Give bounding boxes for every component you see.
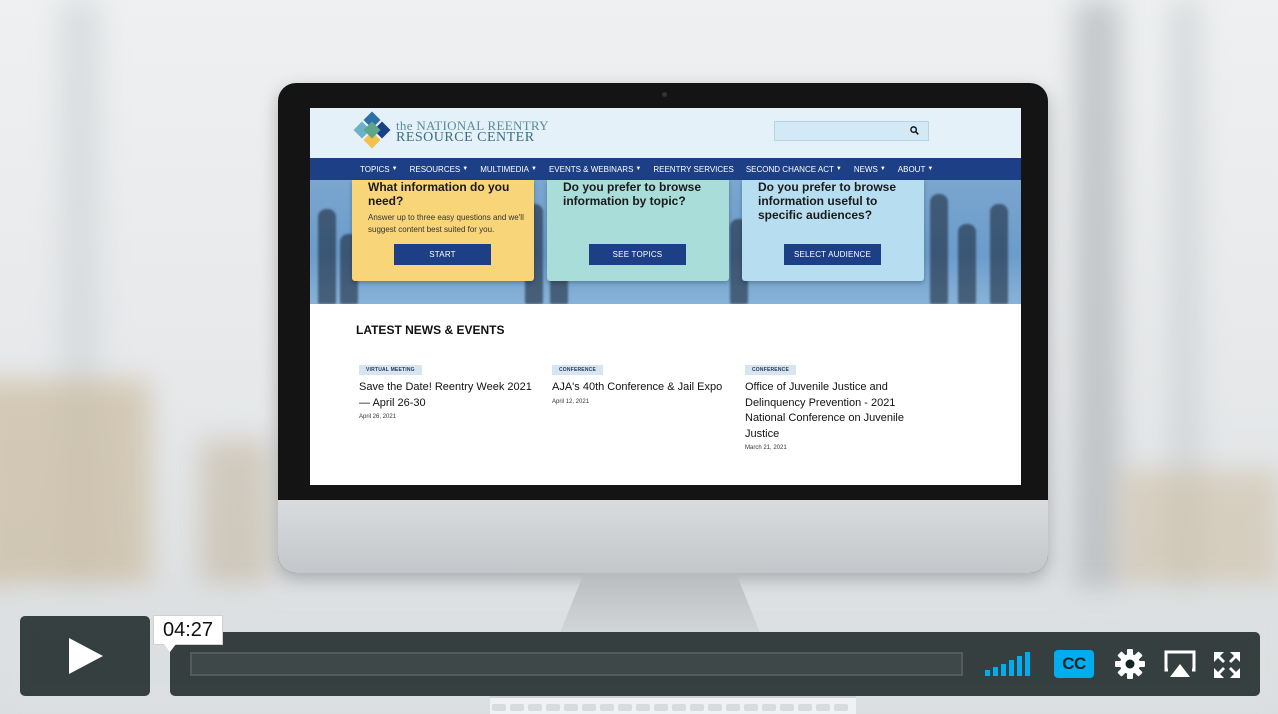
news-headline[interactable]: Save the Date! Reentry Week 2021 — April… bbox=[359, 380, 539, 411]
card-what-information: What information do you need? Answer up … bbox=[352, 180, 534, 281]
fullscreen-icon[interactable] bbox=[1214, 652, 1240, 678]
news-tag: CONFERENCE bbox=[745, 365, 797, 375]
nav-item-second-chance-act[interactable]: SECOND CHANCE ACT ▼ bbox=[746, 165, 842, 174]
nav-item-events-webinars[interactable]: EVENTS & WEBINARS ▼ bbox=[549, 165, 641, 174]
news-tag: VIRTUAL MEETING bbox=[359, 365, 422, 375]
news-date: April 26, 2021 bbox=[359, 414, 397, 420]
keyboard bbox=[490, 696, 856, 714]
monitor-chin bbox=[278, 500, 1048, 573]
main-nav: TOPICS ▼ RESOURCES ▼ MULTIMEDIA ▼ EVENTS & … bbox=[310, 158, 1021, 180]
nav-item-reentry-services[interactable]: REENTRY SERVICES bbox=[653, 165, 733, 174]
card-subtext: Answer up to three easy questions and we… bbox=[368, 213, 524, 234]
nav-item-topics[interactable]: TOPICS ▼ bbox=[360, 165, 398, 174]
news-item[interactable]: CONFERENCE AJA's 40th Conference & Jail … bbox=[552, 358, 732, 405]
news-date: March 21, 2021 bbox=[745, 445, 787, 451]
camera-dot bbox=[662, 92, 667, 97]
site-search-input[interactable] bbox=[774, 121, 929, 141]
monitor-stand bbox=[560, 573, 760, 633]
start-button[interactable]: START bbox=[394, 244, 491, 265]
nav-item-news[interactable]: NEWS ▼ bbox=[854, 165, 886, 174]
caret-down-icon: ▼ bbox=[530, 166, 537, 172]
news-tag: CONFERENCE bbox=[552, 365, 604, 375]
news-item[interactable]: CONFERENCE Office of Juvenile Justice an… bbox=[745, 358, 915, 451]
search-icon[interactable] bbox=[910, 126, 919, 135]
cc-icon[interactable]: CC bbox=[1054, 650, 1094, 678]
caret-down-icon: ▼ bbox=[635, 166, 642, 172]
caret-down-icon: ▼ bbox=[462, 166, 469, 172]
news-headline[interactable]: AJA's 40th Conference & Jail Expo bbox=[552, 380, 732, 396]
caret-down-icon: ▼ bbox=[835, 166, 842, 172]
select-audience-button[interactable]: SELECT AUDIENCE bbox=[784, 244, 881, 265]
news-headline[interactable]: Office of Juvenile Justice and Delinquen… bbox=[745, 380, 915, 442]
airplay-icon[interactable] bbox=[1164, 650, 1196, 678]
site-header: the NATIONAL REENTRY RESOURCE CENTER bbox=[310, 108, 1021, 158]
caret-down-icon: ▼ bbox=[927, 166, 934, 172]
video-control-bar: CC bbox=[170, 632, 1260, 696]
card-question: What information do you need? bbox=[368, 180, 510, 208]
nav-item-about[interactable]: ABOUT ▼ bbox=[898, 165, 934, 174]
logo-icon[interactable] bbox=[353, 111, 391, 149]
news-item[interactable]: VIRTUAL MEETING Save the Date! Reentry W… bbox=[359, 358, 539, 420]
nav-item-resources[interactable]: RESOURCES ▼ bbox=[410, 165, 469, 174]
volume-icon[interactable] bbox=[985, 652, 1033, 676]
card-browse-audience: Do you prefer to browse information usef… bbox=[742, 180, 924, 281]
play-button[interactable] bbox=[20, 616, 150, 696]
play-icon bbox=[69, 638, 103, 674]
news-date: April 12, 2021 bbox=[552, 398, 590, 405]
card-question: Do you prefer to browse information usef… bbox=[758, 180, 897, 222]
gear-icon[interactable] bbox=[1114, 648, 1146, 680]
logo-text-bottom: RESOURCE CENTER bbox=[396, 130, 535, 145]
nav-item-multimedia[interactable]: MULTIMEDIA ▼ bbox=[480, 165, 537, 174]
see-topics-button[interactable]: SEE TOPICS bbox=[589, 244, 686, 265]
card-question: Do you prefer to browse information by t… bbox=[563, 180, 702, 208]
card-browse-topic: Do you prefer to browse information by t… bbox=[547, 180, 729, 281]
caret-down-icon: ▼ bbox=[879, 166, 886, 172]
website-screen: the NATIONAL REENTRY RESOURCE CENTER TOP… bbox=[310, 108, 1021, 485]
time-tooltip: 04:27 bbox=[153, 615, 224, 652]
progress-bar[interactable] bbox=[190, 652, 963, 676]
caret-down-icon: ▼ bbox=[391, 166, 398, 172]
news-section-title: LATEST NEWS & EVENTS bbox=[356, 323, 505, 337]
